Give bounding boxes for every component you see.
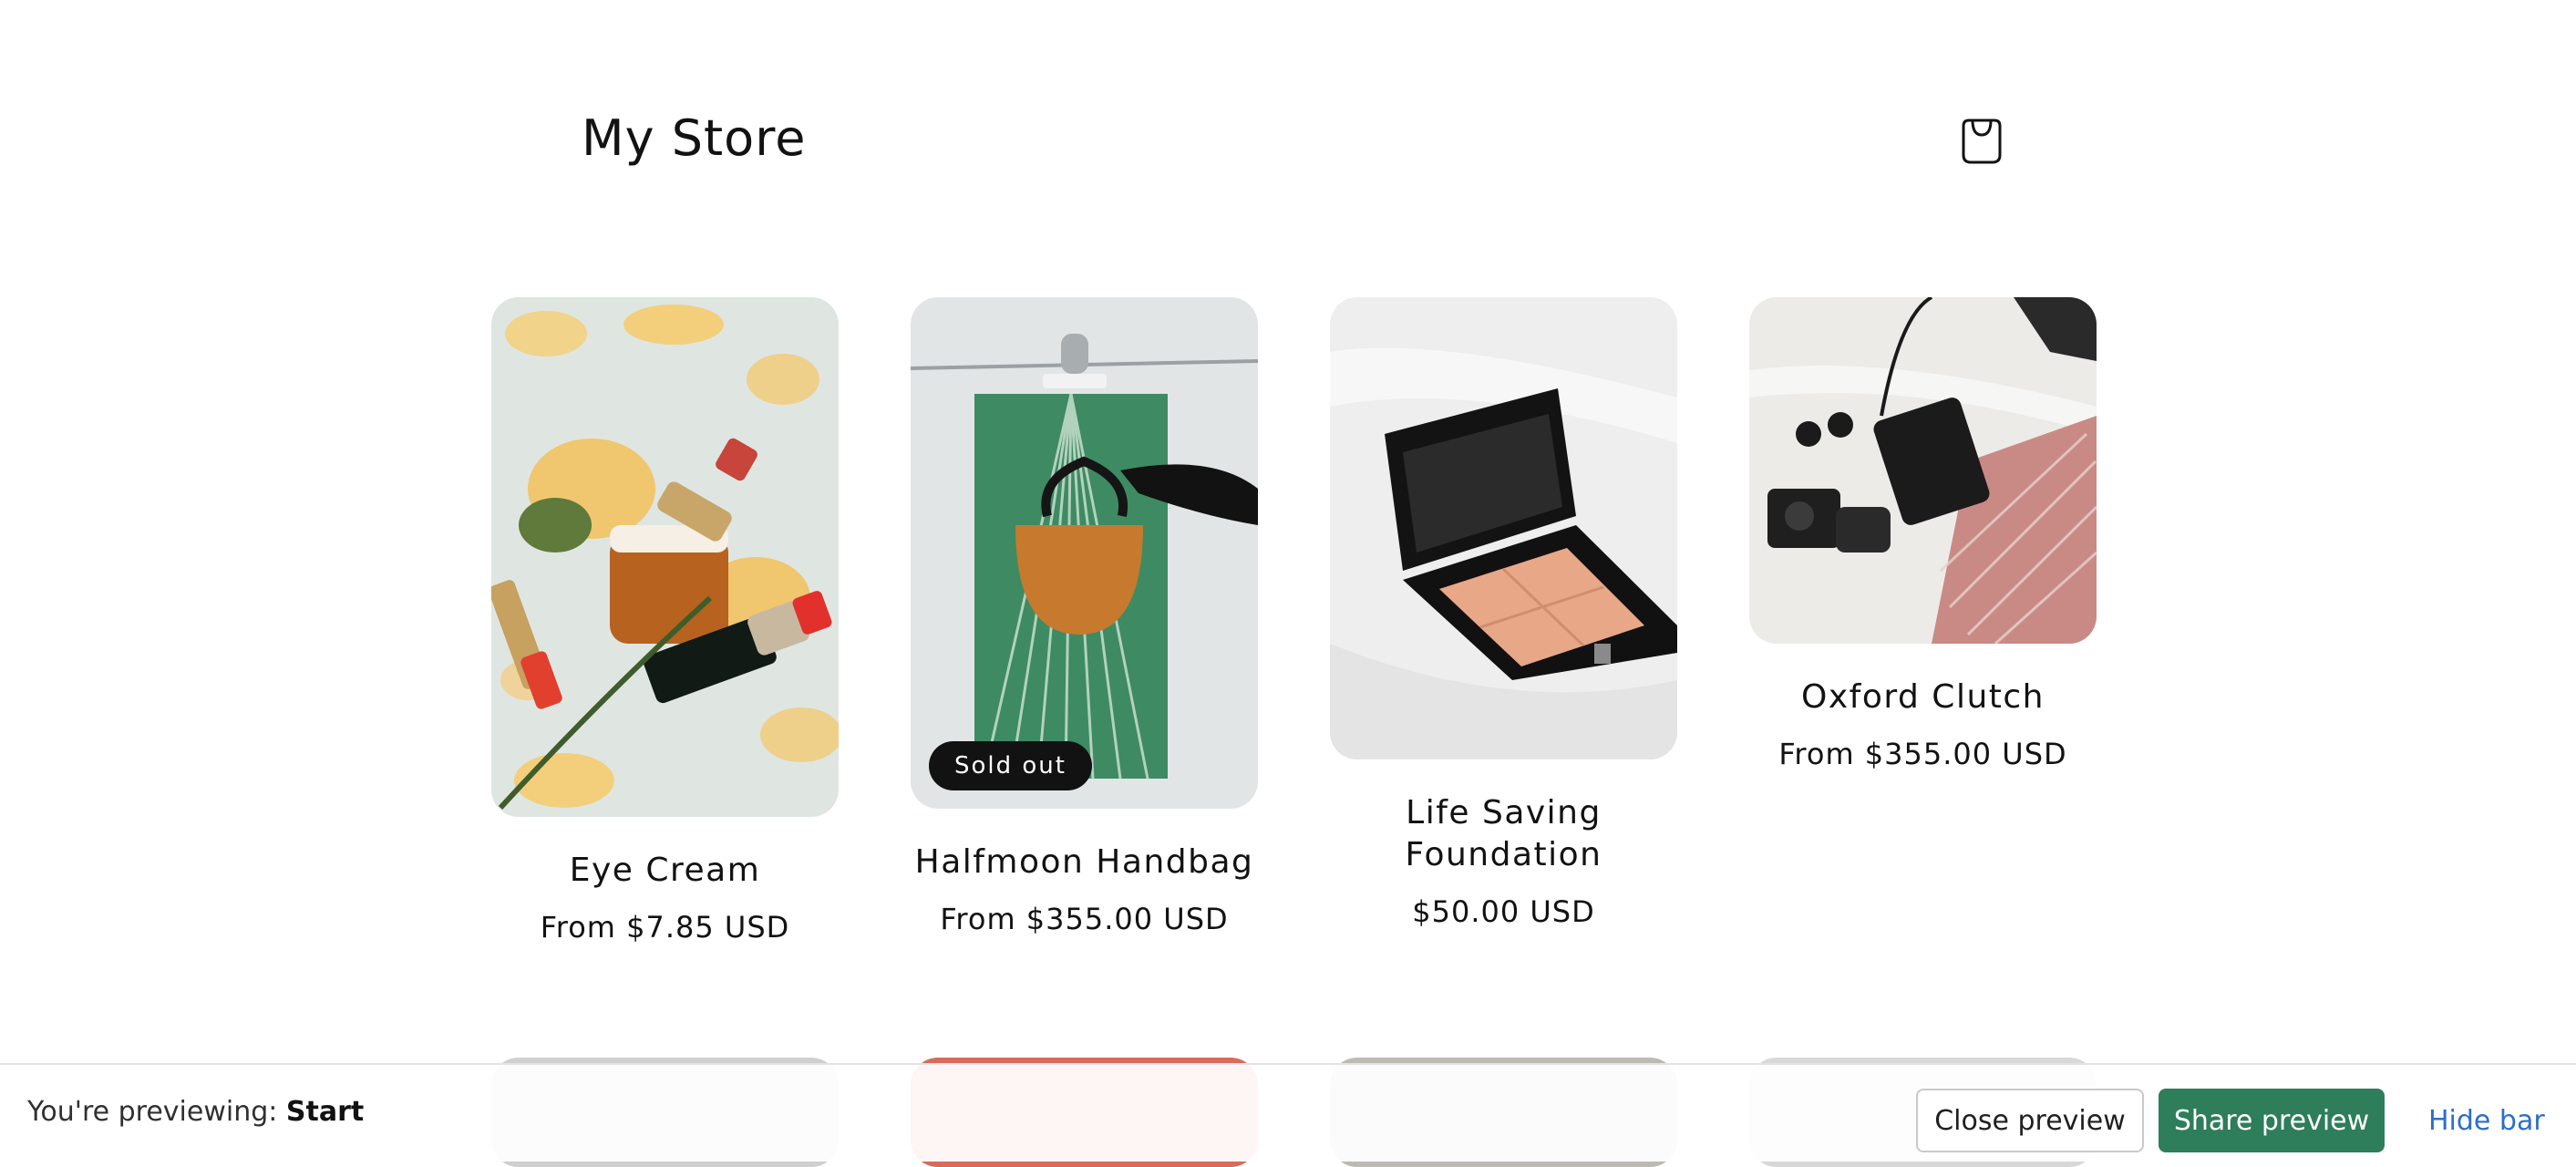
product-title[interactable]: Life Saving Foundation [1330,792,1677,876]
product-image[interactable]: Sold out [911,297,1258,809]
product-price: From $355.00 USD [1778,737,2067,771]
preview-label: You're previewing: [27,1096,286,1128]
product-card-life-saving-foundation[interactable]: Life Saving Foundation $50.00 USD [1330,297,1677,929]
hide-bar-link[interactable]: Hide bar [2428,1105,2545,1137]
preview-status: You're previewing: Start [27,1096,364,1128]
close-preview-button[interactable]: Close preview [1916,1089,2144,1152]
product-card-oxford-clutch[interactable]: Oxford Clutch From $355.00 USD [1749,297,2097,771]
product-price: From $355.00 USD [940,902,1229,936]
product-price: From $7.85 USD [540,910,790,945]
product-title[interactable]: Halfmoon Handbag [911,842,1258,883]
sold-out-badge: Sold out [929,741,1092,790]
product-title[interactable]: Oxford Clutch [1749,676,2097,718]
preview-bar: You're previewing: Start Close preview S… [0,1063,2576,1162]
product-price: $50.00 USD [1412,894,1595,929]
product-card-halfmoon-handbag[interactable]: Sold out Halfmoon Handbag From $355.00 U… [911,297,1258,936]
eye-cream-photo [491,297,839,817]
product-card-eye-cream[interactable]: Eye Cream From $7.85 USD [491,297,839,945]
product-image[interactable] [1330,297,1677,759]
product-image[interactable] [491,297,839,817]
share-preview-button[interactable]: Share preview [2159,1089,2385,1152]
preview-theme-name: Start [285,1096,365,1128]
product-title[interactable]: Eye Cream [491,850,839,892]
life-saving-foundation-photo [1330,297,1677,759]
product-image[interactable] [1749,297,2097,644]
halfmoon-handbag-photo [911,297,1258,809]
product-grid: Eye Cream From $7.85 USD Sold out Halfmo… [0,0,2576,1167]
oxford-clutch-photo [1749,297,2097,644]
